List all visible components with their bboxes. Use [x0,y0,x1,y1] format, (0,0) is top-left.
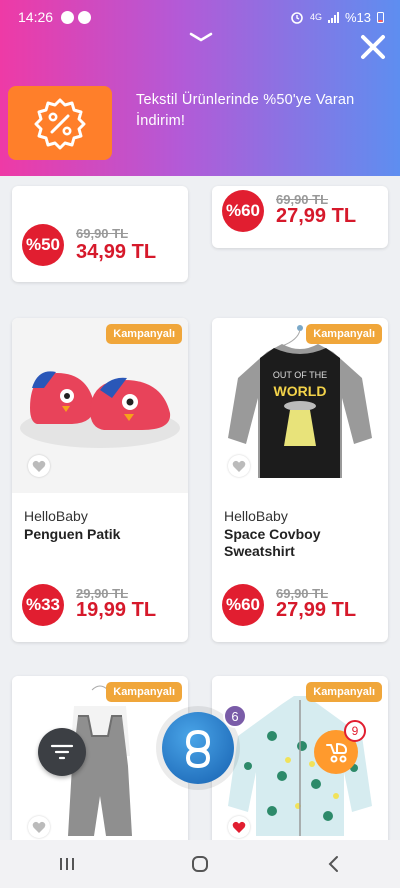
status-bar: 14:26 4G %13 [18,8,384,26]
battery-icon [377,12,384,23]
recent-apps-icon [59,858,74,870]
discount-badge: %60 [222,190,264,232]
favorite-button[interactable] [28,455,50,477]
favorite-button[interactable] [228,816,250,838]
heart-icon [32,460,46,472]
system-navigation-bar [0,840,400,888]
home-icon [191,856,208,872]
filter-icon [50,744,74,760]
product-card[interactable]: Kampanyalı [12,676,188,856]
product-card[interactable]: %60 69,90 TL 27,99 TL [212,186,388,248]
favorite-button[interactable] [228,455,250,477]
cart-count-badge: 9 [344,720,366,742]
new-price: 34,99 TL [76,241,157,263]
product-card[interactable]: %50 69,90 TL 34,99 TL [12,186,188,282]
percent-badge-icon [34,98,86,150]
promo-message: Tekstil Ürünlerinde %50'ye Varan İndirim… [136,92,355,129]
home-button[interactable] [180,844,220,884]
heart-icon [32,821,46,833]
new-price: 27,99 TL [276,599,357,621]
status-right: 4G %13 [290,10,384,25]
close-icon[interactable] [358,32,388,62]
campaign-badge: Kampanyalı [106,682,182,702]
heart-filled-icon [232,821,246,833]
campaign-badge: Kampanyalı [306,324,382,344]
new-price: 19,99 TL [76,599,157,621]
app-notification-icon [61,10,75,24]
campaign-badge: Kampanyalı [106,324,182,344]
discount-badge: %60 [222,584,264,626]
assistant-button[interactable] [162,712,234,784]
product-card[interactable]: Kampanyalı HelloBaby Penguen Patik %33 2… [12,318,188,642]
old-price: 69,90 TL [76,226,129,241]
product-brand: HelloBaby [224,508,288,524]
product-name[interactable]: Space Covboy Sweatshirt [224,526,374,560]
alarm-icon [291,12,303,24]
new-price: 27,99 TL [276,205,357,227]
whatsapp-icon [78,10,92,24]
status-time: 14:26 [18,9,54,25]
favorite-button[interactable] [28,816,50,838]
back-button[interactable] [313,844,353,884]
svg-text:WORLD: WORLD [274,383,327,399]
recent-apps-button[interactable] [47,844,87,884]
product-card[interactable]: OUT OF THE WORLD Kampanyalı HelloBaby Sp… [212,318,388,642]
campaign-badge: Kampanyalı [306,682,382,702]
heart-icon [232,460,246,472]
signal-icon [327,11,339,23]
knot-logo-icon [185,729,211,769]
filter-button[interactable] [38,728,86,776]
discount-badge: %33 [22,584,64,626]
stroller-icon [326,743,347,763]
product-name[interactable]: Penguen Patik [24,526,174,543]
promo-icon-box [8,86,112,160]
battery-percent: %13 [344,9,371,25]
notification-icons [61,10,92,24]
network-type: 4G [309,12,322,22]
product-brand: HelloBaby [24,508,88,524]
back-icon [328,856,339,872]
product-card[interactable]: Kampanyalı [212,676,388,856]
collapse-chevron-icon[interactable] [188,30,214,44]
discount-badge: %50 [22,224,64,266]
svg-text:OUT OF THE: OUT OF THE [273,370,327,380]
promo-banner[interactable]: 14:26 4G %13 Tekstil Ürünlerinde %50'ye … [0,0,400,190]
assistant-count-badge: 6 [223,704,247,728]
